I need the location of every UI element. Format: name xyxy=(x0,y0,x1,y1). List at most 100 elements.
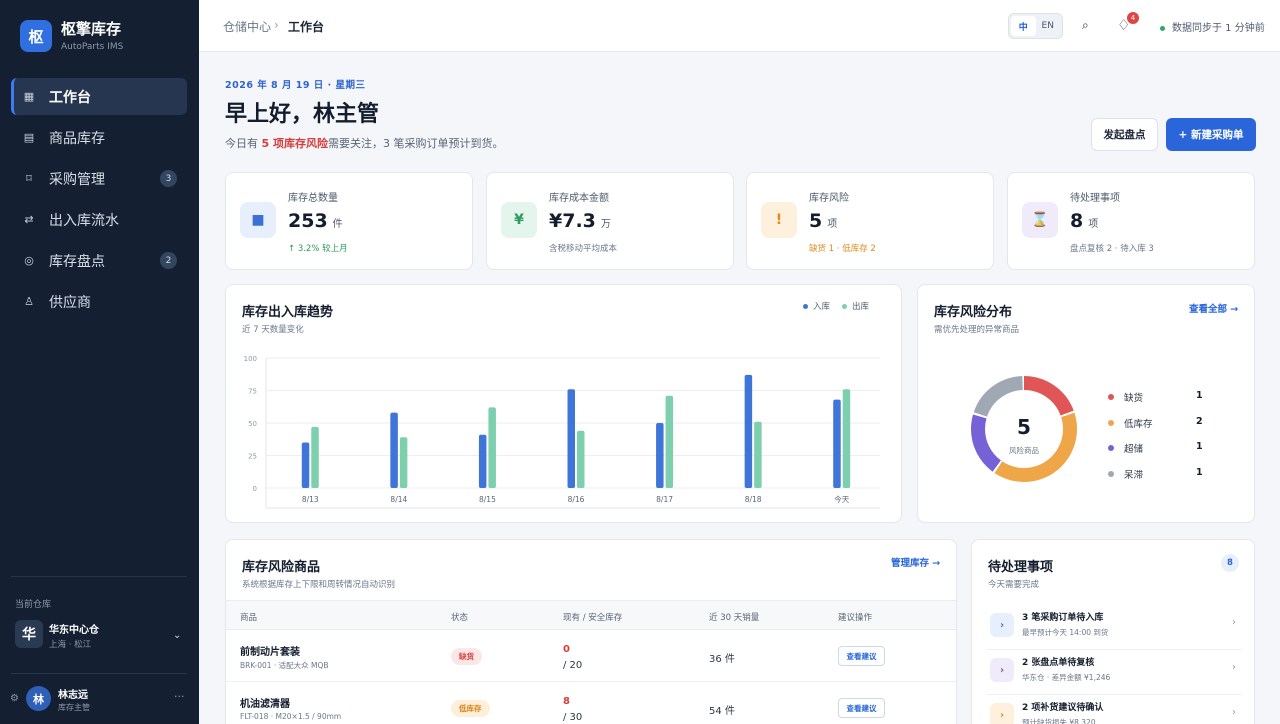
purchase-icon: ⌑ xyxy=(26,172,32,185)
y-tick-label: 100 xyxy=(244,355,257,363)
sidebar-item-badge: 3 xyxy=(160,170,177,187)
todo-item[interactable]: › 2 张盘点单待复核 华东仓 · 差异金额 ¥1,246 › xyxy=(986,652,1242,690)
stat-number: 5 xyxy=(809,210,823,232)
risk-card: 库存风险分布 需优先处理的异常商品 查看全部 → 5 风险商品 缺货 1 低库存 2 超… xyxy=(917,284,1255,523)
bar-in xyxy=(478,434,487,488)
new-purchase-order-button[interactable]: + 新建采购单 xyxy=(1166,118,1256,151)
trend-subtitle: 近 7 天数量变化 xyxy=(242,325,304,335)
current-stock: 0 xyxy=(563,644,570,655)
chevron-down-icon[interactable]: ⌄ xyxy=(173,630,181,641)
bar-out xyxy=(488,407,496,488)
sidebar-item-3[interactable]: ⇄ 出入库流水 xyxy=(11,201,187,238)
table-row: 前制动片套装 BRK-001 · 适配大众 MQB 缺货 0/ 20 36 件 … xyxy=(226,630,956,682)
manage-inventory-link[interactable]: 管理库存 → xyxy=(891,555,940,569)
todo-item[interactable]: › 3 笔采购订单待入库 最早预计今天 14:00 到货 › xyxy=(986,607,1242,645)
bar-in xyxy=(744,374,753,488)
stat-value: 8项 xyxy=(1070,210,1098,232)
risk-type: 缺货 xyxy=(1124,393,1144,404)
todo-card: 待处理事项 今天需要完成 8 › 3 笔采购订单待入库 最早预计今天 14:00… xyxy=(971,539,1255,724)
dashboard-icon: ▦ xyxy=(23,90,35,103)
bar-in xyxy=(833,399,841,488)
todo-item-title: 2 项补货建议待确认 xyxy=(1022,703,1104,713)
legend-dot-icon xyxy=(1108,445,1114,451)
bar-out xyxy=(754,421,762,488)
y-tick-label: 0 xyxy=(253,485,257,493)
stat-label: 库存总数量 xyxy=(288,193,338,204)
bar-in xyxy=(656,423,664,488)
trend-title: 库存出入库趋势 xyxy=(242,305,334,320)
sidebar-divider xyxy=(11,673,187,674)
warehouse-location: 上海 · 松江 xyxy=(49,640,92,650)
search-icon[interactable]: ⌕ xyxy=(1082,18,1089,33)
lang-zh-button[interactable]: 中 xyxy=(1011,16,1036,36)
sidebar-item-2[interactable]: ⌑ 采购管理 3 xyxy=(11,160,187,197)
legend-out-dot-icon xyxy=(842,304,848,309)
lang-en-button[interactable]: EN xyxy=(1036,16,1061,36)
warning-icon: ! xyxy=(761,202,797,238)
notification-badge: 4 xyxy=(1127,12,1139,24)
stat-label: 待处理事项 xyxy=(1070,193,1120,204)
legend-dot-icon xyxy=(1108,470,1114,477)
table-title: 库存风险商品 xyxy=(242,560,321,575)
page-title: 早上好，林主管 xyxy=(225,102,380,127)
sidebar-item-4[interactable]: ◎ 库存盘点 2 xyxy=(11,242,187,279)
sync-status: 数据同步于 1 分钟前 xyxy=(1160,19,1265,34)
legend-dot-icon xyxy=(1108,419,1114,426)
current-date: 2026 年 8 月 19 日 · 星期三 xyxy=(225,80,366,91)
todo-arrow-icon: › xyxy=(990,703,1014,724)
sales-30d: 36 件 xyxy=(709,654,735,665)
col-action: 建议操作 xyxy=(838,613,873,623)
bar-in xyxy=(567,389,575,488)
user-role: 库存主管 xyxy=(58,703,90,712)
legend-in-label: 入库 xyxy=(813,302,831,312)
view-suggestion-button[interactable]: 查看建议 xyxy=(838,646,885,666)
todo-item-desc: 最早预计今天 14:00 到货 xyxy=(1022,628,1109,637)
sidebar-item-5[interactable]: ♙ 供应商 xyxy=(11,283,187,320)
start-stocktake-button[interactable]: 发起盘点 xyxy=(1091,118,1158,151)
bar-out xyxy=(577,430,585,488)
safety-stock: / 30 xyxy=(563,712,583,723)
x-tick-label: 8/17 xyxy=(656,495,673,504)
todo-divider xyxy=(986,649,1242,650)
risk-total: 5 xyxy=(1017,415,1031,439)
chart-legend: 入库 出库 xyxy=(803,300,869,312)
todo-item-title: 3 笔采购订单待入库 xyxy=(1022,613,1104,623)
language-switch: 中 EN xyxy=(1008,13,1063,39)
more-icon[interactable]: ··· xyxy=(174,690,185,703)
todo-item[interactable]: › 2 项补货建议待确认 预计缺货损失 ¥8,320 › xyxy=(986,697,1242,724)
stat-value: 5项 xyxy=(809,210,837,232)
x-tick-label: 8/18 xyxy=(745,495,762,504)
todo-title: 待处理事项 xyxy=(988,560,1054,575)
sidebar-item-0[interactable]: ▦ 工作台 xyxy=(11,78,187,115)
page-summary: 今日有 5 项库存风险需要关注，3 笔采购订单预计到货。 xyxy=(225,135,503,151)
chevron-right-icon: › xyxy=(1232,662,1236,673)
stat-value: 253 件 xyxy=(288,210,343,232)
y-tick-label: 25 xyxy=(248,453,257,461)
gear-icon[interactable]: ⚙ xyxy=(10,693,19,704)
avatar[interactable]: 林 xyxy=(26,686,51,711)
yuan-icon: ¥ xyxy=(501,202,537,238)
stat-label: 库存风险 xyxy=(809,193,849,204)
breadcrumb-current: 工作台 xyxy=(288,20,325,34)
sidebar-item-1[interactable]: ▤ 商品库存 xyxy=(11,119,187,156)
status-badge: 缺货 xyxy=(451,648,482,665)
trend-card: 库存出入库趋势 近 7 天数量变化 入库 出库 0 25 50 75 100 8/13 8/… xyxy=(225,284,902,523)
y-tick-label: 75 xyxy=(248,388,257,396)
sidebar-item-badge: 2 xyxy=(160,252,177,269)
stat-unit: 项 xyxy=(827,219,838,230)
stat-card: ¥ 库存成本金额 ¥7.3 万 含税移动平均成本 xyxy=(486,172,734,270)
sidebar-item-label: 出入库流水 xyxy=(49,212,119,229)
trend-chart: 0 25 50 75 100 8/13 8/14 8/15 8/16 8/17 8/18 今天 xyxy=(244,355,880,509)
risk-count: 1 xyxy=(1196,441,1203,452)
view-suggestion-button[interactable]: 查看建议 xyxy=(838,698,885,718)
sidebar-item-label: 供应商 xyxy=(49,294,91,311)
todo-item-desc: 预计缺货损失 ¥8,320 xyxy=(1022,718,1096,724)
product-spec: BRK-001 · 适配大众 MQB xyxy=(240,661,329,670)
sync-text: 数据同步于 1 分钟前 xyxy=(1172,23,1265,34)
breadcrumb-parent[interactable]: 仓储中心 xyxy=(223,18,271,35)
risk-count: 2 xyxy=(1196,415,1203,427)
view-all-link[interactable]: 查看全部 → xyxy=(1189,301,1238,315)
todo-count-badge: 8 xyxy=(1221,554,1239,572)
col-product: 商品 xyxy=(240,613,258,623)
col-sales: 近 30 天销量 xyxy=(709,613,760,623)
